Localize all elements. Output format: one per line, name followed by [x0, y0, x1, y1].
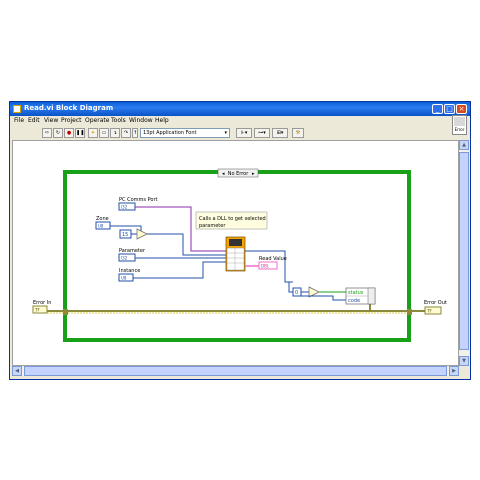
comment-line-1: Calls a DLL to get selected: [199, 216, 266, 222]
scroll-down-icon[interactable]: ▼: [459, 356, 469, 366]
help-graphic: [454, 117, 465, 126]
code-wire[interactable]: [301, 295, 346, 301]
diagram-canvas[interactable]: ◂ No Error ▸ Error In TF Error Out TF PC…: [12, 140, 459, 366]
zone-type: U8: [98, 224, 104, 229]
pc-comms-port-label: PC Comms Port: [119, 197, 158, 203]
error-in-type: TF: [34, 308, 40, 313]
compare-wire[interactable]: [147, 233, 228, 256]
toolbar: ⇨ ↻ ● ❚❚ ✦ ▭ ↴ ↷ ↑ 13pt Application Font…: [10, 126, 470, 140]
step-over-icon[interactable]: ↷: [121, 128, 131, 138]
run-arrow-icon[interactable]: ⇨: [42, 128, 52, 138]
scroll-left-icon[interactable]: ◀: [12, 366, 22, 376]
help-label: Error: [454, 127, 465, 132]
close-button[interactable]: ×: [456, 104, 467, 114]
font-selector[interactable]: 13pt Application Font ▾: [140, 128, 230, 138]
menu-help[interactable]: Help: [155, 117, 169, 124]
error-in-label: Error In: [33, 300, 51, 306]
output-tunnel[interactable]: [407, 309, 412, 315]
window-title: Read.vi Block Diagram: [24, 104, 114, 112]
title-bar[interactable]: Read.vi Block Diagram _ □ ×: [10, 102, 470, 116]
align-objects-icon[interactable]: ⊩▾: [236, 128, 252, 138]
menu-file[interactable]: File: [14, 117, 24, 124]
vertical-scrollbar[interactable]: ▲ ▼: [459, 140, 469, 366]
bundle-field-code: code: [348, 298, 360, 304]
maximize-button[interactable]: □: [444, 104, 455, 114]
compare-node[interactable]: [136, 228, 148, 240]
comment-line-2: parameter: [199, 223, 226, 229]
run-continuously-icon[interactable]: ↻: [53, 128, 63, 138]
menu-view[interactable]: View: [44, 117, 58, 124]
parameter-type: I32: [121, 256, 128, 261]
call-library-node[interactable]: [225, 236, 246, 272]
horizontal-scroll-thumb[interactable]: [24, 366, 447, 376]
scroll-up-icon[interactable]: ▲: [459, 140, 469, 150]
minimize-button[interactable]: _: [432, 104, 443, 114]
abort-icon[interactable]: ●: [64, 128, 74, 138]
menu-bar: File Edit View Project Operate Tools Win…: [10, 116, 470, 126]
parameter-label: Parameter: [119, 248, 146, 254]
pause-icon[interactable]: ❚❚: [75, 128, 85, 138]
instance-wire[interactable]: [133, 261, 228, 279]
menu-edit[interactable]: Edit: [28, 117, 40, 124]
distribute-objects-icon[interactable]: ⊶▾: [254, 128, 270, 138]
pc-comms-port-type: I32: [121, 205, 128, 210]
case-selector-label: No Error: [228, 171, 250, 177]
zone-label: Zone: [96, 216, 109, 222]
instance-label: Instance: [119, 268, 140, 274]
read-value-type: DBL: [261, 264, 270, 269]
highlight-execution-icon[interactable]: ✦: [88, 128, 98, 138]
context-help-icon[interactable]: Error: [452, 115, 467, 135]
instance-type: U8: [121, 276, 127, 281]
font-selector-value: 13pt Application Font: [143, 130, 197, 136]
clean-up-diagram-icon[interactable]: ⚒: [292, 128, 304, 138]
constant-0-value: 0: [295, 290, 298, 296]
vertical-scroll-thumb[interactable]: [459, 152, 469, 350]
vi-icon: [13, 105, 21, 113]
menu-project[interactable]: Project: [61, 117, 82, 124]
constant-15-value: 15: [122, 232, 128, 238]
step-into-icon[interactable]: ↴: [110, 128, 120, 138]
menu-window[interactable]: Window: [129, 117, 153, 124]
menu-operate[interactable]: Operate: [85, 117, 109, 124]
step-out-icon[interactable]: ↑: [132, 128, 138, 138]
error-code-wire[interactable]: [285, 281, 293, 293]
error-out-type: TF: [426, 309, 432, 314]
horizontal-scrollbar[interactable]: ◀ ▶: [12, 366, 459, 376]
error-out-label: Error Out: [424, 300, 447, 306]
scroll-right-icon[interactable]: ▶: [449, 366, 459, 376]
bundle-field-status: status: [348, 290, 364, 296]
reorder-icon[interactable]: ⊞▾: [272, 128, 288, 138]
menu-tools[interactable]: Tools: [111, 117, 126, 124]
input-tunnel[interactable]: [63, 309, 68, 315]
block-diagram-window: Read.vi Block Diagram _ □ × File Edit Vi…: [9, 101, 471, 380]
read-value-label: Read Value: [259, 256, 287, 262]
chevron-down-icon: ▾: [224, 130, 227, 136]
retain-wire-values-icon[interactable]: ▭: [99, 128, 109, 138]
